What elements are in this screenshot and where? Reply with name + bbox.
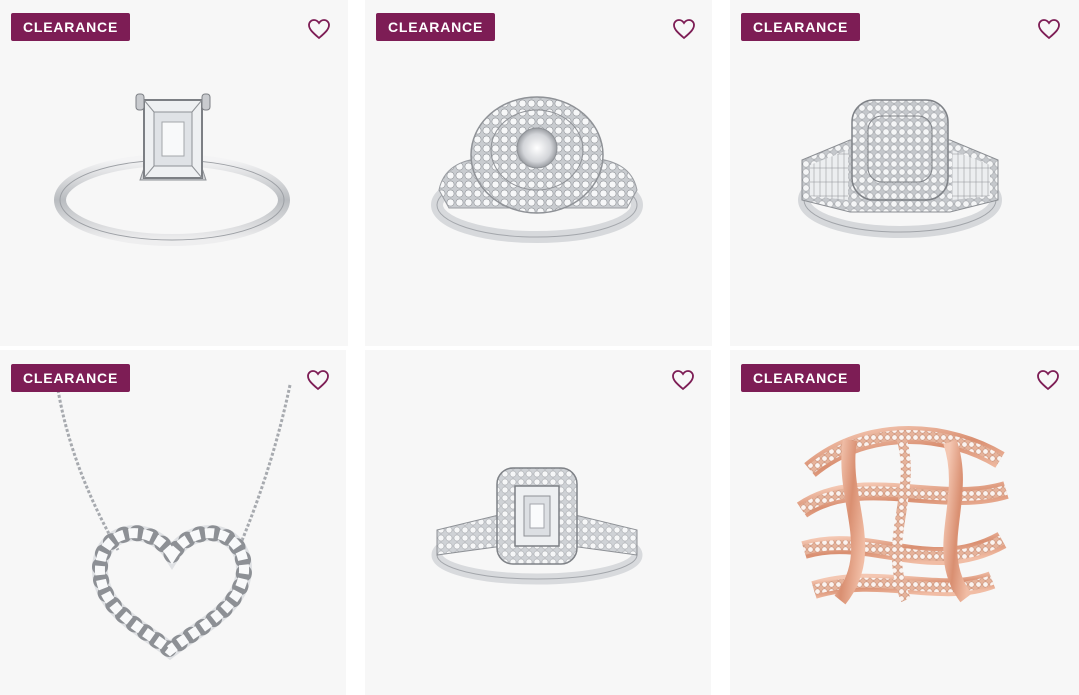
product-card[interactable]: CLEARANCE bbox=[730, 0, 1079, 346]
heart-icon[interactable] bbox=[672, 18, 696, 40]
product-image-emerald-cut-solitaire-ring[interactable] bbox=[0, 0, 348, 346]
product-image-rose-gold-crossover-ring[interactable] bbox=[730, 350, 1079, 695]
heart-icon[interactable] bbox=[1037, 18, 1061, 40]
clearance-badge: CLEARANCE bbox=[11, 13, 131, 41]
product-card[interactable]: CLEARANCE bbox=[0, 350, 346, 695]
product-grid: CLEARANCE CLEARANCE CLEARANCE CLEARANCE … bbox=[0, 0, 1079, 695]
heart-icon[interactable] bbox=[307, 18, 331, 40]
heart-icon[interactable] bbox=[1036, 369, 1060, 391]
product-card[interactable]: CLEARANCE bbox=[0, 0, 348, 346]
clearance-badge: CLEARANCE bbox=[11, 364, 131, 392]
heart-icon[interactable] bbox=[306, 369, 330, 391]
clearance-badge: CLEARANCE bbox=[741, 13, 861, 41]
product-image-cushion-cluster-ring[interactable] bbox=[730, 0, 1079, 346]
product-image-emerald-cut-halo-ring[interactable] bbox=[365, 350, 711, 695]
product-image-diamond-heart-necklace[interactable] bbox=[0, 350, 346, 695]
product-card[interactable] bbox=[365, 350, 711, 695]
product-card[interactable]: CLEARANCE bbox=[365, 0, 712, 346]
clearance-badge: CLEARANCE bbox=[741, 364, 861, 392]
heart-icon[interactable] bbox=[671, 369, 695, 391]
product-card[interactable]: CLEARANCE bbox=[730, 350, 1079, 695]
clearance-badge: CLEARANCE bbox=[376, 13, 496, 41]
product-image-round-halo-cluster-ring[interactable] bbox=[365, 0, 712, 346]
